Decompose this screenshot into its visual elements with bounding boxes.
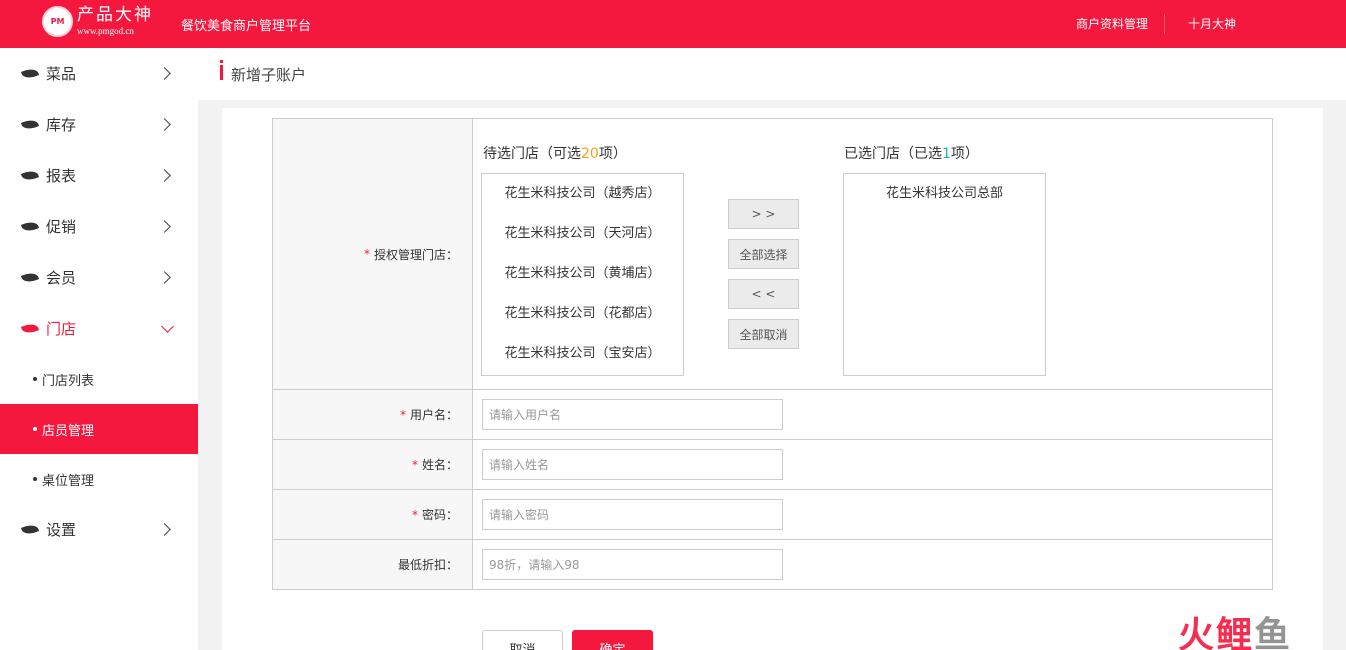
available-stores-list[interactable]: 花生米科技公司（越秀店） 花生米科技公司（天河店） 花生米科技公司（黄埔店） 花… — [481, 173, 684, 376]
password-row: * 密码： — [273, 489, 1272, 539]
leaf-icon — [20, 168, 40, 183]
chevron-down-icon — [161, 320, 174, 333]
title-marker-icon — [220, 60, 223, 80]
sidebar-item-reports[interactable]: 报表 — [0, 150, 198, 201]
discount-label: 最低折扣： — [273, 540, 473, 589]
store-authorization-label: * 授权管理门店： — [273, 119, 473, 389]
sidebar: 菜品 库存 报表 促销 会员 门店 门店列表 店员管理 桌位管理 设置 — [0, 48, 198, 650]
chevron-right-icon — [158, 118, 171, 131]
selected-stores-title: 已选门店（已选1项） — [844, 146, 979, 162]
move-left-button[interactable]: < < — [728, 279, 799, 309]
watermark-logo: 火鲤鱼 — [1178, 615, 1293, 650]
leaf-icon — [20, 117, 40, 132]
list-item[interactable]: 花生米科技公司（宝安店） — [482, 334, 683, 374]
sidebar-item-label: 设置 — [46, 521, 77, 539]
user-name-link[interactable]: 十月大神 — [1188, 15, 1236, 32]
logo-url: www.pmgod.cn — [77, 26, 134, 36]
chevron-right-icon — [158, 220, 171, 233]
username-input[interactable] — [482, 399, 783, 430]
chevron-right-icon — [158, 523, 171, 536]
leaf-icon — [20, 66, 40, 81]
list-item[interactable]: 花生米科技公司（黄埔店） — [482, 254, 683, 294]
sidebar-subitem-label: 店员管理 — [42, 423, 95, 439]
chevron-right-icon — [158, 67, 171, 80]
leaf-icon — [20, 321, 40, 336]
username-label: * 用户名： — [273, 390, 473, 439]
cancel-button[interactable]: 取消 — [482, 630, 563, 650]
store-authorization-row: * 授权管理门店： 待选门店（可选20项） 花生米科技公司（越秀店） 花生米科技… — [273, 119, 1272, 389]
bullet-icon — [33, 377, 37, 381]
sidebar-subitem-store-list[interactable]: 门店列表 — [0, 354, 198, 404]
selected-count: 1 — [942, 146, 951, 162]
password-label: * 密码： — [273, 490, 473, 539]
logo[interactable]: PM 产品大神 www.pmgod.cn — [42, 6, 153, 37]
leaf-icon — [20, 522, 40, 537]
sidebar-subitem-staff-management[interactable]: 店员管理 — [0, 404, 198, 454]
discount-row: 最低折扣： — [273, 539, 1272, 589]
username-row: * 用户名： — [273, 389, 1272, 439]
logo-mark-icon: PM — [42, 6, 73, 37]
sidebar-item-label: 门店 — [46, 320, 77, 338]
name-input[interactable] — [482, 449, 783, 480]
chevron-right-icon — [158, 271, 171, 284]
discount-input[interactable] — [482, 549, 783, 580]
list-item[interactable]: 花生米科技公司（花都店） — [482, 294, 683, 334]
leaf-icon — [20, 219, 40, 234]
move-right-button[interactable]: > > — [728, 199, 799, 229]
merchant-info-link[interactable]: 商户资料管理 — [1076, 15, 1148, 32]
sidebar-subitem-label: 门店列表 — [42, 373, 95, 389]
form-table: * 授权管理门店： 待选门店（可选20项） 花生米科技公司（越秀店） 花生米科技… — [272, 118, 1273, 590]
top-header: PM 产品大神 www.pmgod.cn 餐饮美食商户管理平台 商户资料管理 十… — [0, 0, 1346, 48]
required-mark: * — [411, 507, 418, 522]
available-stores-title: 待选门店（可选20项） — [483, 146, 627, 162]
list-item[interactable]: 花生米科技公司总部 — [844, 174, 1045, 214]
required-mark: * — [411, 457, 418, 472]
sidebar-item-label: 促销 — [46, 218, 77, 236]
list-item[interactable]: 花生米科技公司（越秀店） — [482, 174, 683, 214]
required-mark: * — [363, 247, 370, 261]
list-item[interactable]: 花生米科技公司（天河店） — [482, 214, 683, 254]
sidebar-item-members[interactable]: 会员 — [0, 252, 198, 303]
password-input[interactable] — [482, 499, 783, 530]
sidebar-subitem-table-management[interactable]: 桌位管理 — [0, 454, 198, 504]
sidebar-item-dishes[interactable]: 菜品 — [0, 48, 198, 99]
page-title: 新增子账户 — [231, 66, 307, 84]
chevron-right-icon — [158, 169, 171, 182]
name-row: * 姓名： — [273, 439, 1272, 489]
available-count: 20 — [581, 146, 599, 162]
selected-stores-list[interactable]: 花生米科技公司总部 — [843, 173, 1046, 376]
deselect-all-button[interactable]: 全部取消 — [728, 319, 799, 349]
sidebar-item-promotions[interactable]: 促销 — [0, 201, 198, 252]
sidebar-item-stores[interactable]: 门店 — [0, 303, 198, 354]
header-divider — [1164, 14, 1165, 34]
form-panel: * 授权管理门店： 待选门店（可选20项） 花生米科技公司（越秀店） 花生米科技… — [222, 108, 1323, 650]
confirm-button[interactable]: 确定 — [572, 630, 653, 650]
page-title-bar: 新增子账户 — [198, 48, 1346, 100]
logo-name: 产品大神 — [77, 5, 153, 25]
select-all-button[interactable]: 全部选择 — [728, 239, 799, 269]
leaf-icon — [20, 270, 40, 285]
name-label: * 姓名： — [273, 440, 473, 489]
sidebar-item-label: 菜品 — [46, 65, 77, 83]
required-mark: * — [399, 407, 406, 422]
sidebar-item-label: 会员 — [46, 269, 77, 287]
sidebar-item-inventory[interactable]: 库存 — [0, 99, 198, 150]
sidebar-subitem-label: 桌位管理 — [42, 473, 95, 489]
sidebar-item-settings[interactable]: 设置 — [0, 504, 198, 555]
bullet-icon — [33, 477, 37, 481]
bullet-icon — [33, 427, 37, 431]
sidebar-item-label: 报表 — [46, 167, 77, 185]
platform-title: 餐饮美食商户管理平台 — [181, 19, 312, 34]
sidebar-item-label: 库存 — [46, 116, 77, 134]
